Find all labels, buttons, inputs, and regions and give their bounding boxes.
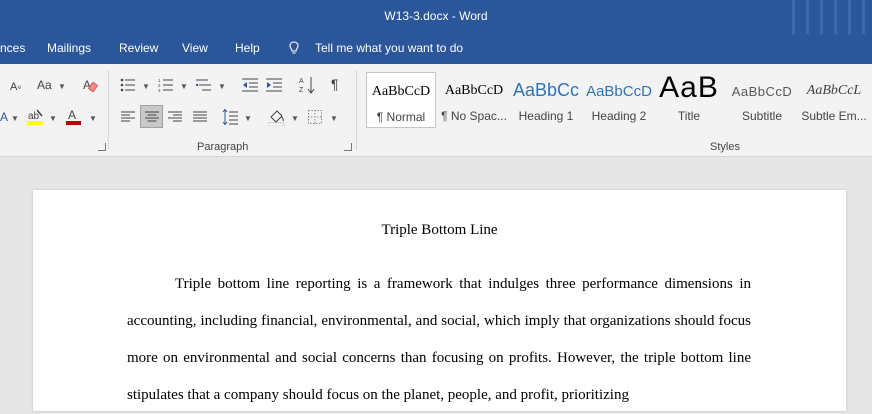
tell-me-search[interactable]: Tell me what you want to do (315, 41, 463, 55)
multilevel-list-icon[interactable] (196, 78, 212, 92)
style-name: ¶ No Spac... (441, 109, 507, 123)
ribbon: A˅ Aa ▼ A A ▼ ab ▼ A ▼ ▼ 123 ▼ ▼ A Z ¶ ▼… (0, 64, 872, 157)
text-effects-icon[interactable]: A (0, 110, 8, 124)
style-title[interactable]: AaB Title (654, 71, 724, 128)
group-separator (356, 70, 357, 150)
document-title[interactable]: Triple Bottom Line (33, 222, 846, 239)
font-dialog-launcher[interactable] (98, 143, 106, 151)
change-case-glyph: Aa (37, 78, 52, 92)
shading-icon[interactable] (268, 108, 286, 126)
tab-review[interactable]: Review (119, 41, 158, 55)
lightbulb-icon (289, 41, 299, 54)
tab-references[interactable]: nces (0, 41, 25, 55)
titlebar-pattern (848, 0, 851, 34)
align-center-button[interactable] (140, 105, 163, 128)
style-normal[interactable]: AaBbCcD ¶ Normal (366, 72, 436, 128)
chevron-down-icon[interactable]: ▼ (49, 114, 57, 123)
style-name: Subtitle (741, 109, 783, 123)
styles-group-label: Styles (710, 141, 740, 153)
chevron-down-icon[interactable]: ▼ (244, 114, 252, 123)
sort-icon[interactable]: AZ (299, 76, 315, 94)
chevron-down-icon[interactable]: ▼ (142, 82, 150, 91)
font-color-icon[interactable]: A (66, 108, 82, 126)
titlebar-pattern (862, 0, 865, 34)
titlebar-pattern (806, 0, 809, 34)
clear-formatting-icon[interactable]: A (82, 77, 98, 93)
chevron-down-icon[interactable]: ▼ (218, 82, 226, 91)
tab-help[interactable]: Help (235, 41, 260, 55)
style-preview: AaBbCc (512, 80, 580, 100)
align-left-icon[interactable] (121, 111, 135, 123)
chevron-down-icon[interactable]: ▼ (89, 114, 97, 123)
chevron-down-icon[interactable]: ▼ (291, 114, 299, 123)
font-size-decrease-icon[interactable]: A˅ (10, 80, 21, 96)
document-page[interactable]: Triple Bottom Line Triple bottom line re… (33, 190, 846, 411)
chevron-down-icon[interactable]: ▼ (58, 82, 66, 91)
svg-text:Z: Z (299, 87, 304, 94)
group-separator (108, 70, 109, 150)
decrease-indent-icon[interactable] (242, 78, 258, 92)
style-name: ¶ Normal (376, 110, 426, 124)
change-case-button[interactable]: Aa (37, 78, 52, 92)
svg-text:ab: ab (28, 111, 40, 122)
document-paragraph[interactable]: Triple bottom line reporting is a framew… (127, 266, 751, 414)
titlebar-pattern (820, 0, 823, 34)
align-center-icon (145, 111, 159, 122)
style-preview: AaBbCcD (444, 83, 504, 98)
tab-mailings[interactable]: Mailings (47, 41, 91, 55)
bullets-icon[interactable] (120, 78, 136, 92)
justify-icon[interactable] (193, 111, 207, 123)
style-name: Heading 1 (518, 109, 574, 123)
numbering-icon[interactable]: 123 (158, 78, 174, 92)
style-preview: AaBbCcL (806, 83, 862, 98)
tab-view[interactable]: View (182, 41, 208, 55)
style-heading-2[interactable]: AaBbCcD Heading 2 (584, 72, 654, 128)
paragraph-dialog-launcher[interactable] (344, 143, 352, 151)
style-name: Subtle Em... (801, 109, 867, 123)
style-no-spacing[interactable]: AaBbCcD ¶ No Spac... (439, 72, 509, 128)
highlighter-icon[interactable]: ab (27, 108, 45, 126)
style-preview: AaBbCcD (731, 84, 793, 99)
style-subtitle[interactable]: AaBbCcD Subtitle (727, 72, 797, 128)
chevron-down-icon[interactable]: ▼ (11, 114, 19, 123)
svg-text:3: 3 (158, 88, 161, 92)
style-name: Heading 2 (591, 109, 647, 123)
paragraph-group-label: Paragraph (197, 141, 249, 153)
align-right-icon[interactable] (168, 111, 182, 123)
style-heading-1[interactable]: AaBbCc Heading 1 (511, 72, 581, 128)
chevron-down-icon[interactable]: ▼ (330, 114, 338, 123)
titlebar-pattern (834, 0, 837, 34)
line-spacing-icon[interactable] (222, 109, 238, 125)
svg-text:A: A (299, 78, 304, 85)
svg-text:A: A (68, 108, 76, 122)
style-preview: AaBbCcD (371, 84, 431, 99)
ribbon-tabs: nces Mailings Review View Help Tell me w… (0, 34, 872, 64)
borders-icon[interactable] (308, 110, 322, 124)
style-preview: AaBbCcD (586, 83, 652, 100)
increase-indent-icon[interactable] (266, 78, 282, 92)
title-bar: W13-3.docx - Word (0, 0, 872, 34)
style-preview: AaB (659, 71, 719, 104)
window-title: W13-3.docx - Word (384, 9, 488, 23)
show-formatting-marks-icon[interactable]: ¶ (331, 77, 339, 91)
titlebar-pattern (792, 0, 795, 34)
chevron-down-icon[interactable]: ▼ (180, 82, 188, 91)
style-name: Title (677, 109, 701, 123)
style-subtle-emphasis[interactable]: AaBbCcL Subtle Em... (799, 72, 869, 128)
